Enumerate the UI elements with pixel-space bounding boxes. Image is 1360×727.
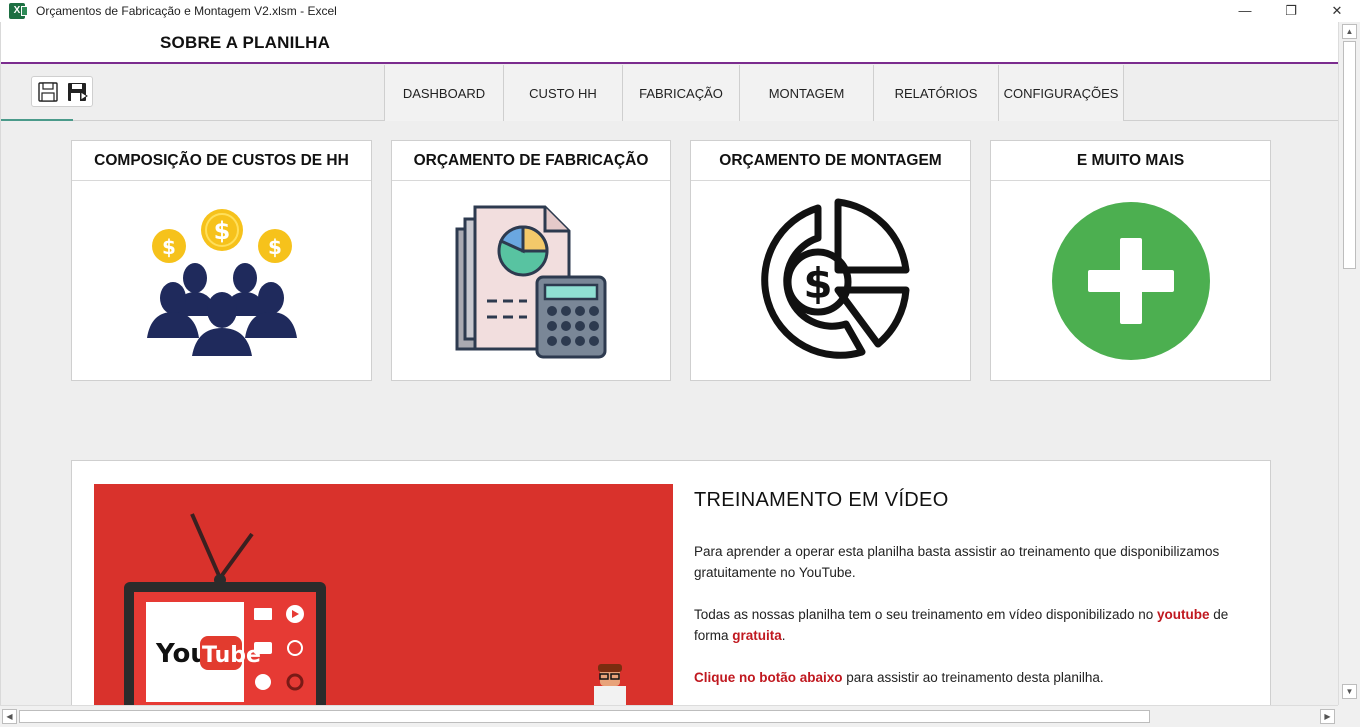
main-nav: DASHBOARD CUSTO HH FABRICAÇÃO MONTAGEM R… [384, 65, 1124, 121]
svg-text:$: $ [803, 259, 832, 308]
card-fabricacao[interactable]: ORÇAMENTO DE FABRICAÇÃO [391, 140, 671, 381]
active-tab-indicator [1, 119, 73, 121]
vertical-scroll-thumb[interactable] [1343, 41, 1356, 269]
svg-text:$: $ [162, 235, 176, 259]
youtube-tv-illustration: You Tube [124, 513, 626, 705]
youtube-link[interactable]: youtube [1157, 607, 1210, 622]
card-custos-hh[interactable]: COMPOSIÇÃO DE CUSTOS DE HH $ $ $ [71, 140, 372, 381]
tab-configuracoes[interactable]: CONFIGURAÇÕES [999, 65, 1124, 121]
tab-fabricacao[interactable]: FABRICAÇÃO [623, 65, 740, 121]
file-toolbar [31, 76, 93, 107]
save-button[interactable] [35, 80, 61, 104]
save-as-icon [68, 83, 88, 101]
card-title: COMPOSIÇÃO DE CUSTOS DE HH [72, 141, 371, 181]
page-title: SOBRE A PLANILHA [160, 33, 331, 52]
dollar-pie-chart-icon: $ [760, 198, 909, 359]
svg-text:$: $ [213, 217, 230, 245]
tab-dashboard[interactable]: DASHBOARD [385, 65, 504, 121]
minimize-button[interactable]: — [1222, 0, 1268, 22]
tab-custo-hh[interactable]: CUSTO HH [504, 65, 623, 121]
video-paragraph-3: Clique no botão abaixo para assistir ao … [694, 670, 1104, 685]
restore-button[interactable]: ❐ [1268, 0, 1314, 22]
horizontal-scrollbar[interactable]: ◀ ▶ [0, 705, 1338, 727]
vertical-scrollbar[interactable]: ▲ ▼ [1338, 22, 1360, 705]
video-training-panel: You Tube TREINAMENTO EM VÍDEO Para apren… [71, 460, 1271, 705]
sheet-area: SOBRE A PLANILHA DASHBOARD CUSTO HH FABR… [0, 22, 1338, 705]
scroll-down-button[interactable]: ▼ [1342, 684, 1357, 699]
window-titlebar: X Orçamentos de Fabricação e Montagem V2… [0, 0, 1360, 22]
svg-text:Tube: Tube [202, 643, 261, 668]
tab-montagem[interactable]: MONTAGEM [740, 65, 874, 121]
horizontal-scroll-thumb[interactable] [19, 710, 1150, 723]
card-title: ORÇAMENTO DE FABRICAÇÃO [392, 141, 670, 181]
character-illustration [594, 664, 626, 705]
video-heading: TREINAMENTO EM VÍDEO [694, 489, 949, 511]
card-muito-mais[interactable]: E MUITO MAIS [990, 140, 1271, 381]
scroll-up-button[interactable]: ▲ [1342, 24, 1357, 39]
svg-text:$: $ [268, 235, 282, 259]
scroll-left-button[interactable]: ◀ [2, 709, 17, 724]
people-dollar-icon: $ $ $ [146, 208, 297, 356]
close-button[interactable]: ✕ [1314, 0, 1360, 22]
scroll-right-button[interactable]: ▶ [1320, 709, 1335, 724]
card-title: ORÇAMENTO DE MONTAGEM [691, 141, 970, 181]
tab-relatorios[interactable]: RELATÓRIOS [874, 65, 999, 121]
excel-icon: X [9, 3, 28, 19]
save-icon [38, 82, 58, 102]
card-montagem[interactable]: ORÇAMENTO DE MONTAGEM $ [690, 140, 971, 381]
gratuita-text: gratuita [732, 628, 782, 643]
video-thumbnail[interactable]: You Tube [94, 484, 673, 705]
window-title: Orçamentos de Fabricação e Montagem V2.x… [36, 4, 337, 18]
page-header: SOBRE A PLANILHA [1, 22, 1338, 64]
click-below-text: Clique no botão abaixo [694, 670, 843, 685]
document-calculator-icon [455, 205, 607, 358]
plus-circle-icon [1051, 201, 1210, 360]
video-paragraph-1: Para aprender a operar esta planilha bas… [694, 544, 1220, 580]
video-paragraph-2: Todas as nossas planilha tem o seu trein… [694, 607, 1229, 643]
save-as-button[interactable] [64, 80, 90, 104]
video-description: Para aprender a operar esta planilha bas… [694, 541, 1254, 705]
card-title: E MUITO MAIS [991, 141, 1270, 181]
scrollbar-corner [1338, 705, 1360, 727]
